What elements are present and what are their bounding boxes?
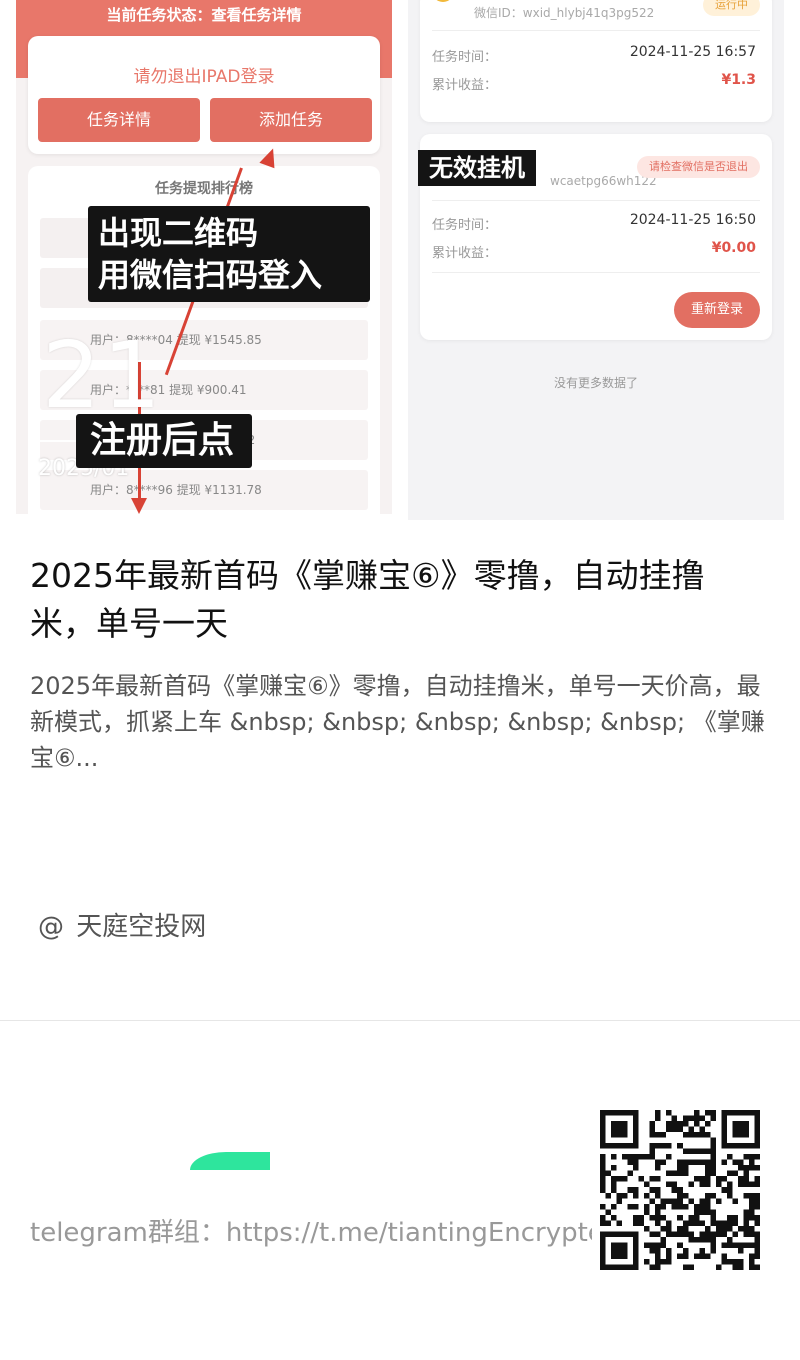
telegram-group-link[interactable]: telegram群组：https://t.me/tiantingEncrypte…: [30, 1212, 592, 1249]
user-avatar-icon: [432, 0, 454, 2]
article-source[interactable]: @ 天庭空投网: [38, 906, 206, 943]
earnings-label: 累计收益：: [432, 78, 498, 93]
source-name: 天庭空投网: [76, 912, 207, 942]
wechat-id: wcaetpg66wh122: [550, 174, 657, 188]
rank-title: 任务提现排行榜: [155, 181, 253, 197]
qr-instruction-overlay: 出现二维码 用微信扫码登入: [88, 206, 370, 302]
qr-code-image: [600, 1110, 760, 1270]
status-badge: 请检查微信是否退出: [637, 156, 760, 178]
task-time-label: 任务时间：: [432, 50, 498, 65]
article-excerpt[interactable]: 2025年最新首码《掌赚宝⑥》零撸，自动挂撸米，单号一天价高，最新模式，抓紧上车…: [30, 668, 774, 776]
invalid-hangup-tag: 无效挂机: [418, 150, 536, 186]
login-notice-text: 请勿退出IPAD登录: [133, 67, 275, 87]
date-day-watermark: 21: [42, 322, 164, 429]
article-cover-image[interactable]: 当前任务状态：查看任务详情 请勿退出IPAD登录 任务详情 添加任务 任务提现排…: [16, 0, 784, 520]
section-divider: [0, 1020, 800, 1021]
task-time-value: 2024-11-25 16:50: [629, 212, 756, 228]
card-divider: [432, 30, 760, 31]
add-task-button: 添加任务: [210, 98, 372, 142]
login-notice-card: 请勿退出IPAD登录 任务详情 添加任务: [28, 36, 380, 154]
task-time-label: 任务时间：: [432, 218, 498, 233]
relogin-button: 重新登录: [674, 292, 760, 328]
earnings-value: ¥0.00: [711, 240, 756, 256]
annotation-arrow-down-head: [131, 498, 147, 514]
earnings-label: 累计收益：: [432, 246, 498, 261]
task-status-text: 当前任务状态：查看任务详情: [106, 6, 302, 24]
task-time-value: 2024-11-25 16:57: [629, 44, 756, 60]
card-divider: [432, 200, 760, 201]
task-detail-button: 任务详情: [38, 98, 200, 142]
card-divider: [432, 272, 760, 273]
no-more-data-text: 没有更多数据了: [553, 376, 638, 390]
wechat-id: 微信ID：wxid_hlybj41q3pg522: [474, 6, 655, 20]
qr-instruction-line2: 用微信扫码登入: [98, 256, 323, 294]
green-decoration: [190, 1152, 270, 1170]
task-card-running: 微信ID：wxid_hlybj41q3pg522 运行中 任务时间： 2024-…: [420, 0, 772, 122]
cover-left-screenshot: 当前任务状态：查看任务详情 请勿退出IPAD登录 任务详情 添加任务 任务提现排…: [16, 0, 392, 514]
qr-instruction-line1: 出现二维码: [98, 214, 259, 252]
register-instruction-overlay: 注册后点: [76, 414, 252, 468]
earnings-value: ¥1.3: [721, 72, 756, 88]
cover-right-screenshot: 微信ID：wxid_hlybj41q3pg522 运行中 任务时间： 2024-…: [408, 0, 784, 520]
status-badge: 运行中: [703, 0, 760, 16]
at-symbol: @: [38, 912, 64, 942]
article-title[interactable]: 2025年最新首码《掌赚宝⑥》零撸，自动挂撸米，单号一天: [30, 552, 770, 648]
